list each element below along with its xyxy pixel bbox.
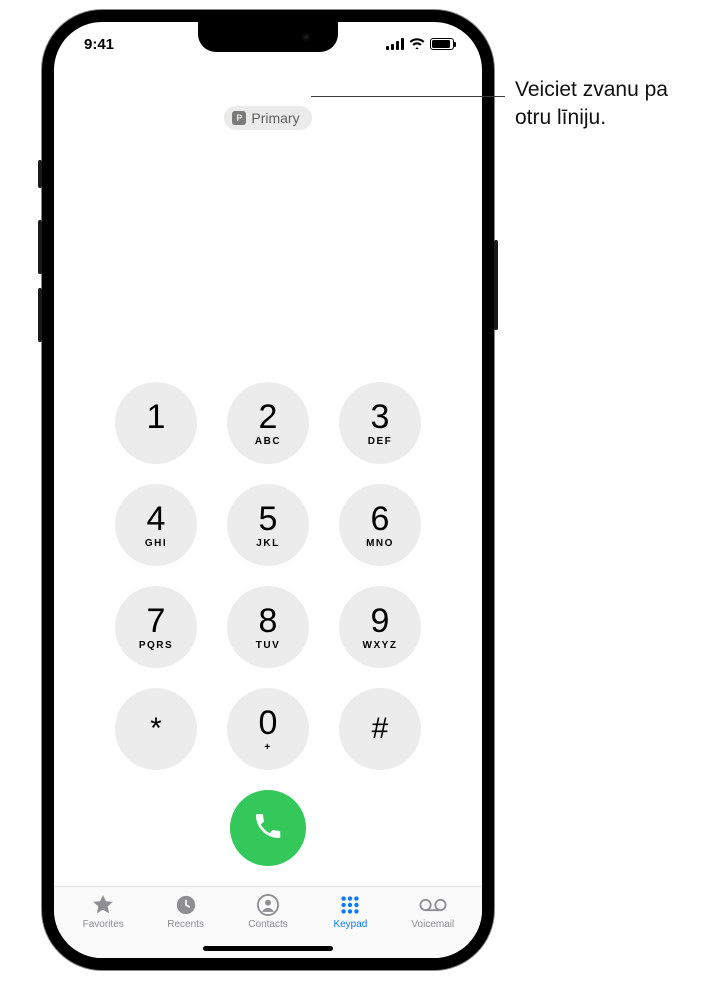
- tab-label: Contacts: [248, 919, 287, 930]
- key-1[interactable]: 1: [115, 382, 197, 464]
- volume-up-button[interactable]: [38, 220, 42, 274]
- tab-label: Favorites: [83, 919, 124, 930]
- key-3[interactable]: 3 DEF: [339, 382, 421, 464]
- key-5[interactable]: 5 JKL: [227, 484, 309, 566]
- call-button[interactable]: [230, 790, 306, 866]
- phone-icon: [252, 810, 284, 847]
- key-0[interactable]: 0 +: [227, 688, 309, 770]
- tab-keypad[interactable]: Keypad: [309, 893, 391, 930]
- tab-favorites[interactable]: Favorites: [62, 893, 144, 930]
- callout-text: Veiciet zvanu pa otru līniju.: [515, 76, 695, 133]
- key-7[interactable]: 7 PQRS: [115, 586, 197, 668]
- clock-icon: [175, 893, 197, 917]
- tab-voicemail[interactable]: Voicemail: [392, 893, 474, 930]
- key-9[interactable]: 9 WXYZ: [339, 586, 421, 668]
- battery-icon: [430, 38, 454, 50]
- silence-switch[interactable]: [38, 160, 42, 188]
- sim-badge-icon: P: [232, 111, 246, 125]
- tab-recents[interactable]: Recents: [144, 893, 226, 930]
- status-time: 9:41: [84, 36, 114, 53]
- screen: 9:41 P Primary 1 2: [54, 22, 482, 958]
- keypad: 1 2 ABC 3 DEF 4 GHI 5 JKL: [98, 382, 438, 770]
- status-right: [386, 36, 454, 53]
- voicemail-icon: [419, 893, 447, 917]
- wifi-icon: [409, 36, 425, 53]
- key-2[interactable]: 2 ABC: [227, 382, 309, 464]
- home-indicator[interactable]: [203, 946, 333, 951]
- callout-line: [311, 96, 505, 97]
- key-6[interactable]: 6 MNO: [339, 484, 421, 566]
- tab-contacts[interactable]: Contacts: [227, 893, 309, 930]
- tab-label: Recents: [167, 919, 204, 930]
- cellular-icon: [386, 38, 404, 50]
- tab-label: Voicemail: [411, 919, 454, 930]
- tab-label: Keypad: [333, 919, 367, 930]
- key-8[interactable]: 8 TUV: [227, 586, 309, 668]
- keypad-area: 1 2 ABC 3 DEF 4 GHI 5 JKL: [54, 130, 482, 886]
- phone-frame: 9:41 P Primary 1 2: [42, 10, 494, 970]
- star-icon: [91, 893, 115, 917]
- person-icon: [257, 893, 279, 917]
- sim-label: Primary: [251, 110, 299, 126]
- sim-line-selector[interactable]: P Primary: [224, 106, 311, 130]
- key-4[interactable]: 4 GHI: [115, 484, 197, 566]
- key-hash[interactable]: #: [339, 688, 421, 770]
- notch: [198, 22, 338, 52]
- key-star[interactable]: *: [115, 688, 197, 770]
- keypad-icon: [339, 893, 361, 917]
- volume-down-button[interactable]: [38, 288, 42, 342]
- power-button[interactable]: [494, 240, 498, 330]
